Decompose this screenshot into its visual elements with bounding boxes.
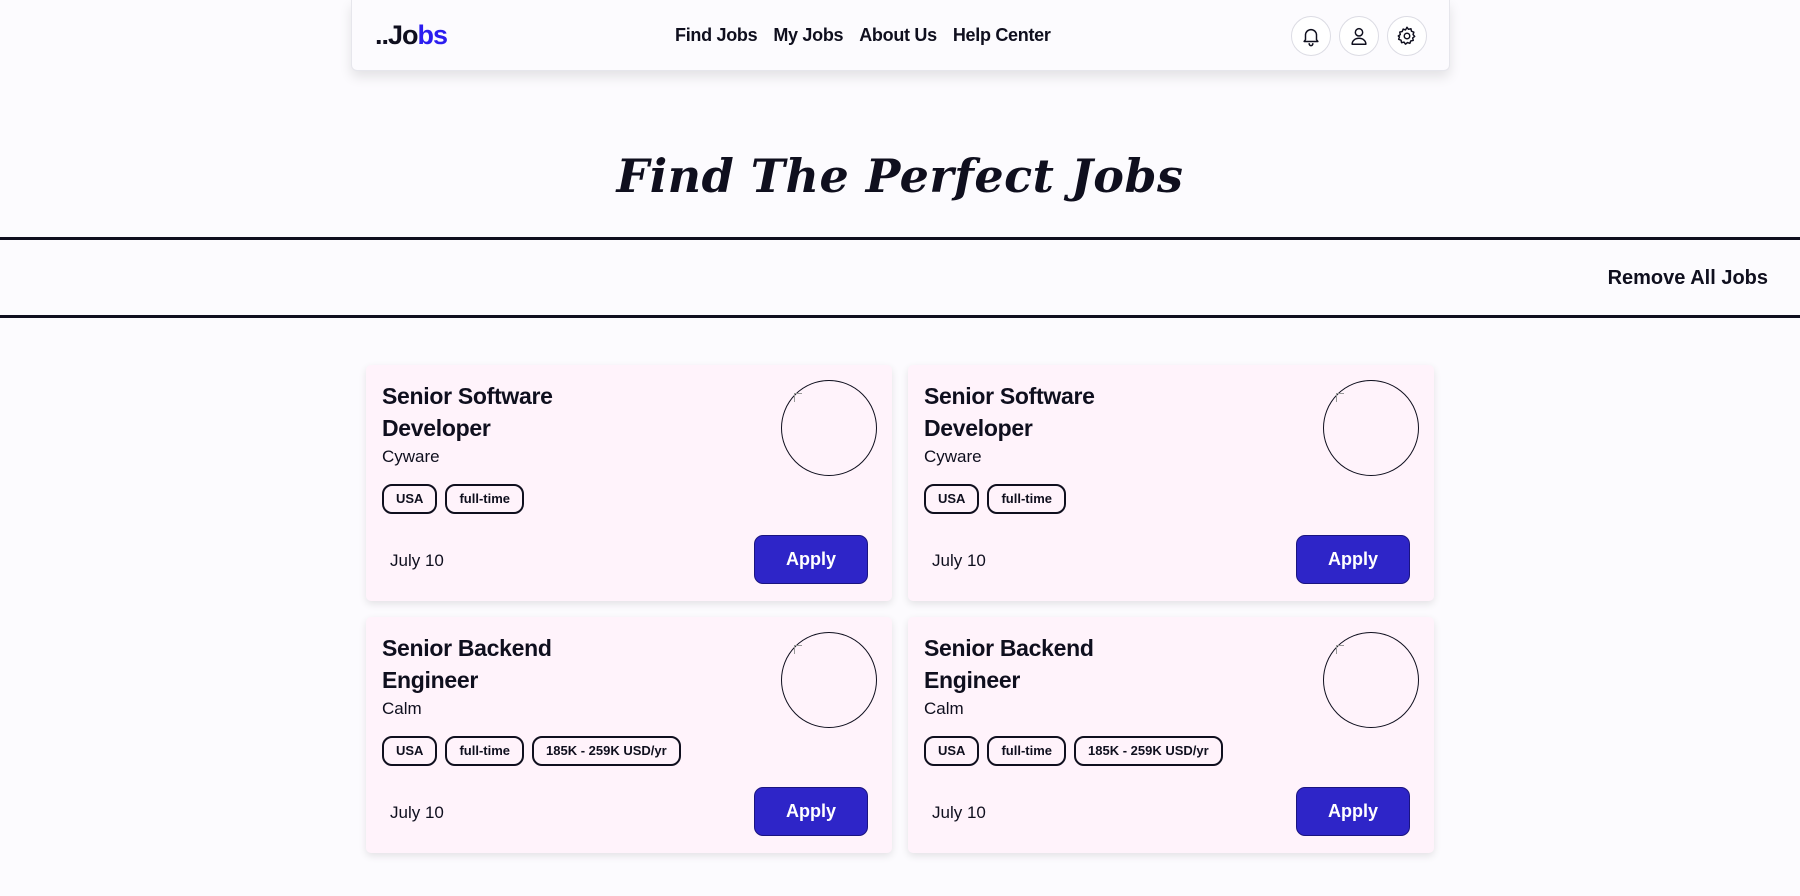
company-name: Calm (924, 699, 964, 718)
company-logo (1323, 380, 1419, 476)
page-title: Find The Perfect Jobs (616, 149, 1184, 203)
main-nav: Find Jobs My Jobs About Us Help Center (675, 22, 1051, 48)
apply-button[interactable]: Apply (1296, 535, 1410, 584)
user-icon (1351, 27, 1367, 45)
job-list: Senior Software Developer Cyware USA ful… (366, 365, 1434, 853)
profile-button[interactable] (1339, 16, 1379, 56)
location-tag: USA (382, 736, 438, 766)
apply-button[interactable]: Apply (754, 535, 868, 584)
apply-button[interactable]: Apply (1296, 787, 1410, 836)
job-title[interactable]: Senior Backend Engineer (382, 632, 612, 696)
logo-text-blue: bs (417, 20, 448, 50)
nav-help-center[interactable]: Help Center (953, 22, 1051, 48)
employment-type-tag: full-time (445, 484, 525, 514)
location-tag: USA (924, 484, 980, 514)
salary-tag: 185K - 259K USD/yr (532, 736, 681, 766)
apply-button[interactable]: Apply (754, 787, 868, 836)
job-tags: USA full-time 185K - 259K USD/yr (924, 736, 1223, 766)
top-navbar: ..Jobs Find Jobs My Jobs About Us Help C… (351, 0, 1450, 71)
employment-type-tag: full-time (987, 484, 1067, 514)
employment-type-tag: full-time (987, 736, 1067, 766)
job-title[interactable]: Senior Software Developer (924, 380, 1154, 444)
location-tag: USA (382, 484, 438, 514)
header-icon-group (1291, 16, 1427, 56)
job-card: Senior Software Developer Cyware USA ful… (366, 365, 892, 601)
bell-icon (1303, 28, 1319, 47)
company-name: Cyware (924, 447, 982, 466)
logo-text-dark: ..Jo (375, 20, 419, 50)
job-title[interactable]: Senior Software Developer (382, 380, 612, 444)
job-card: Senior Backend Engineer Calm USA full-ti… (908, 617, 1434, 853)
nav-my-jobs[interactable]: My Jobs (773, 22, 843, 48)
nav-about-us[interactable]: About Us (859, 22, 937, 48)
posted-date: July 10 (390, 551, 444, 570)
job-title[interactable]: Senior Backend Engineer (924, 632, 1154, 696)
company-logo (1323, 632, 1419, 728)
company-logo (781, 632, 877, 728)
jobs-action-bar: Remove All Jobs (0, 237, 1800, 318)
nav-find-jobs[interactable]: Find Jobs (675, 22, 758, 48)
posted-date: July 10 (932, 803, 986, 822)
notifications-button[interactable] (1291, 16, 1331, 56)
job-tags: USA full-time (924, 484, 1067, 514)
company-name: Cyware (382, 447, 440, 466)
site-logo[interactable]: ..Jobs (375, 18, 448, 52)
job-tags: USA full-time (382, 484, 525, 514)
job-card: Senior Software Developer Cyware USA ful… (908, 365, 1434, 601)
job-card: Senior Backend Engineer Calm USA full-ti… (366, 617, 892, 853)
location-tag: USA (924, 736, 980, 766)
remove-all-jobs-button[interactable]: Remove All Jobs (1608, 266, 1768, 290)
gear-icon (1397, 26, 1416, 45)
company-name: Calm (382, 699, 422, 718)
salary-tag: 185K - 259K USD/yr (1074, 736, 1223, 766)
employment-type-tag: full-time (445, 736, 525, 766)
settings-button[interactable] (1387, 16, 1427, 56)
company-logo (781, 380, 877, 476)
posted-date: July 10 (390, 803, 444, 822)
posted-date: July 10 (932, 551, 986, 570)
job-tags: USA full-time 185K - 259K USD/yr (382, 736, 681, 766)
